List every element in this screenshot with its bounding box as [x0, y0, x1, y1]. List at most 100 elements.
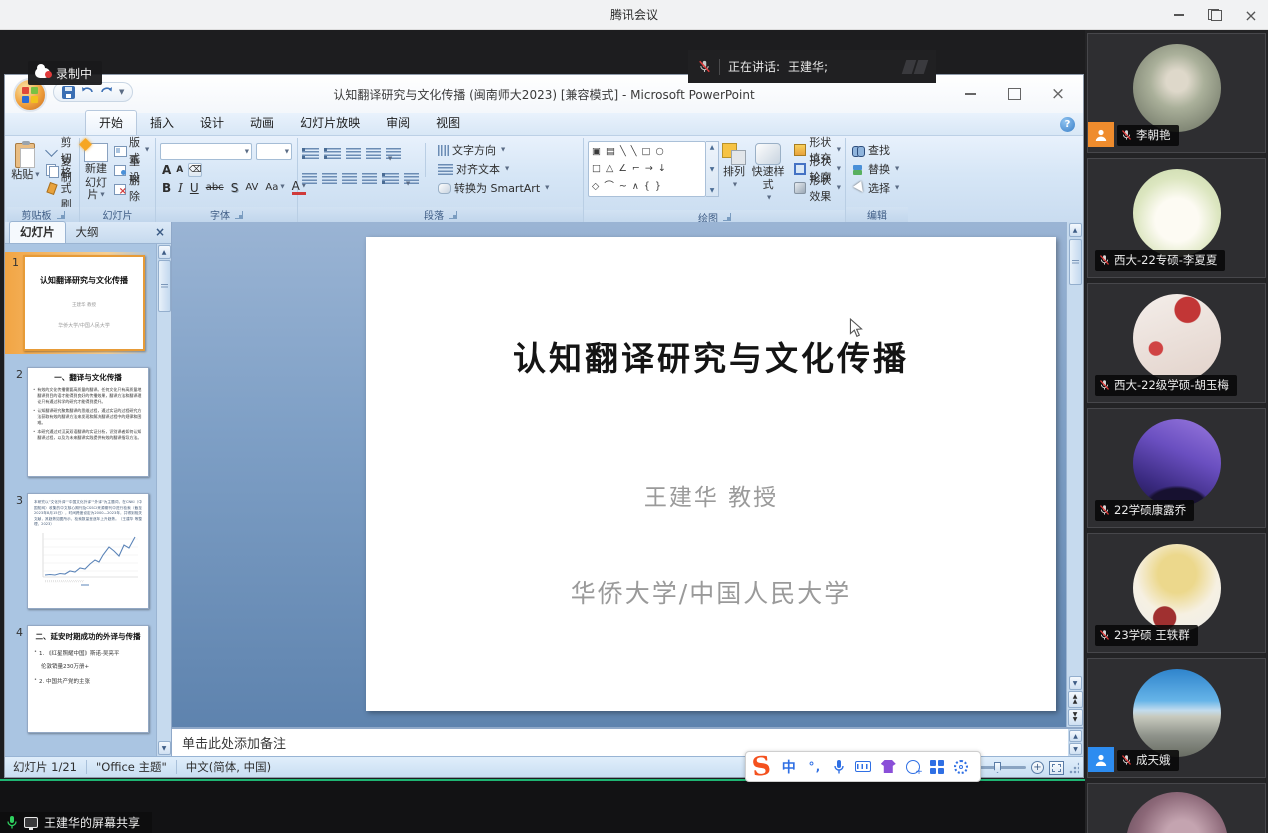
participant-tile[interactable]: 西大-22专硕-李夏夏 [1087, 158, 1266, 278]
align-left-icon[interactable] [302, 173, 317, 184]
ppt-maximize-icon[interactable] [1007, 87, 1021, 101]
numbering-icon[interactable] [324, 148, 341, 159]
fit-to-window-button[interactable] [1049, 761, 1064, 775]
line-spacing-icon[interactable] [386, 148, 401, 159]
customize-qat-icon[interactable]: ▼ [119, 88, 124, 96]
tab-slideshow[interactable]: 幻灯片放映 [287, 111, 373, 135]
theme-name[interactable]: "Office 主题" [96, 759, 167, 775]
tab-view[interactable]: 视图 [423, 111, 473, 135]
shapes-gallery-scroll[interactable]: ▲▼▼ [706, 141, 719, 197]
scroll-up-icon[interactable]: ▲ [158, 245, 171, 259]
scroll-up-icon[interactable]: ▲ [1069, 730, 1082, 742]
text-shadow-button[interactable]: S [231, 181, 239, 195]
participant-tile[interactable]: 李朝艳 [1087, 33, 1266, 153]
shape-effects-button[interactable]: 形状效果 [794, 179, 841, 197]
clipboard-dialog-launcher[interactable] [57, 211, 65, 219]
chinese-mode-icon[interactable]: 中 [781, 759, 797, 775]
notes-scrollbar[interactable]: ▲ ▼ [1068, 729, 1083, 756]
participant-tile[interactable]: 西大-22级学硕-胡玉梅 [1087, 283, 1266, 403]
redo-icon[interactable] [100, 86, 113, 98]
slide-thumbnail-2[interactable]: 2 一、翻译与文化传播 有效的文化传播需要高质量的翻译。任何文化只有高质量地翻译… [11, 367, 151, 477]
italic-button[interactable]: I [178, 181, 183, 195]
tab-design[interactable]: 设计 [187, 111, 237, 135]
select-button[interactable]: 选择 [850, 179, 901, 197]
bullets-icon[interactable] [302, 148, 319, 159]
tab-insert[interactable]: 插入 [137, 111, 187, 135]
soft-keyboard-icon[interactable] [855, 761, 871, 772]
close-icon[interactable] [1244, 8, 1258, 22]
text-direction-button[interactable]: 文字方向 [438, 141, 549, 159]
skin-icon[interactable] [881, 760, 896, 773]
new-slide-button[interactable]: 新建 幻灯片 [84, 141, 108, 204]
slide-title[interactable]: 认知翻译研究与文化传播 [366, 332, 1056, 380]
drawing-dialog-launcher[interactable] [723, 213, 731, 221]
minimize-icon[interactable] [1172, 8, 1186, 22]
underline-button[interactable]: U [190, 181, 199, 195]
distribute-icon[interactable] [404, 173, 419, 184]
tab-outline[interactable]: 大纲 [66, 222, 109, 243]
resize-grip[interactable] [1069, 761, 1079, 774]
tab-home[interactable]: 开始 [85, 110, 137, 135]
slide-affiliation[interactable]: 华侨大学/中国人民大学 [366, 574, 1056, 610]
slide-thumbnail-1[interactable]: 1 认知翻译研究与文化传播 王建华 教授 华侨大学/中国人民大学 [5, 252, 151, 354]
paste-button[interactable]: 粘贴 [11, 141, 40, 184]
align-right-icon[interactable] [342, 173, 357, 184]
scrollbar-thumb[interactable] [1069, 239, 1082, 285]
next-slide-button[interactable]: ▼▼ [1068, 709, 1083, 726]
tab-review[interactable]: 审阅 [373, 111, 423, 135]
change-case-button[interactable]: Aa [265, 182, 284, 193]
shapes-gallery[interactable]: ▣ ▤ ╲ ╲ □ ○ □ △ ∠ ⌐ → ↓ ◇ ⌒ ~ ∧ { } [588, 141, 706, 197]
delete-slide-button[interactable]: 删除 [111, 179, 151, 197]
sogou-logo[interactable]: S [751, 753, 772, 781]
format-painter-button[interactable]: 格式刷 [43, 179, 75, 197]
participant-tile[interactable] [1087, 783, 1266, 833]
scrollbar-thumb[interactable] [158, 260, 171, 312]
previous-slide-button[interactable]: ▲▲ [1068, 691, 1083, 708]
participant-tile[interactable]: 成天娥 [1087, 658, 1266, 778]
help-icon[interactable]: ? [1060, 117, 1075, 132]
strikethrough-button[interactable]: abc [206, 182, 224, 193]
align-text-button[interactable]: 对齐文本 [438, 160, 549, 178]
scroll-down-icon[interactable]: ▼ [158, 741, 171, 755]
zoom-in-button[interactable]: + [1031, 761, 1044, 774]
scroll-down-icon[interactable]: ▼ [1069, 743, 1082, 755]
justify-icon[interactable] [362, 173, 377, 184]
font-size-combo[interactable] [256, 143, 292, 160]
quick-styles-button[interactable]: 快速样式 [749, 141, 787, 207]
ppt-minimize-icon[interactable] [963, 87, 977, 101]
participant-tile[interactable]: 22学硕康露乔 [1087, 408, 1266, 528]
clear-formatting-button[interactable]: ⌫ [188, 163, 202, 177]
tab-animations[interactable]: 动画 [237, 111, 287, 135]
voice-input-icon[interactable] [833, 759, 845, 775]
shrink-font-button[interactable]: A [176, 165, 183, 175]
slides-pane-scrollbar[interactable]: ▲ ▼ [156, 244, 171, 756]
restore-icon[interactable] [1208, 8, 1222, 22]
bold-button[interactable]: B [162, 181, 171, 195]
tab-slides-thumbnails[interactable]: 幻灯片 [9, 221, 66, 243]
slide-thumbnail-4[interactable]: 4 二、延安时期成功的外译与传播 1. 《红星照耀中国》斯诺-吴亮平 伦敦销量2… [11, 625, 151, 733]
arrange-button[interactable]: 排列 [722, 141, 746, 194]
notes-placeholder[interactable]: 单击此处添加备注 [182, 733, 286, 752]
character-spacing-button[interactable]: AV [245, 182, 258, 193]
scroll-up-icon[interactable]: ▲ [1069, 223, 1082, 237]
settings-icon[interactable] [954, 760, 968, 774]
slide-scrollbar[interactable]: ▲ ▼ ▲▲ ▼▼ [1066, 222, 1083, 727]
convert-smartart-button[interactable]: 转换为 SmartArt [438, 179, 549, 197]
participant-tile[interactable]: 23学硕 王轶群 [1087, 533, 1266, 653]
decrease-indent-icon[interactable] [346, 148, 361, 159]
slide-canvas[interactable]: 认知翻译研究与文化传播 王建华 教授 华侨大学/中国人民大学 [366, 237, 1056, 711]
undo-icon[interactable] [81, 86, 94, 98]
emoji-icon[interactable] [906, 760, 920, 774]
columns-icon[interactable] [382, 173, 399, 184]
toolbox-icon[interactable] [930, 760, 944, 774]
language-indicator[interactable]: 中文(简体, 中国) [186, 759, 271, 775]
slide-author[interactable]: 王建华 教授 [366, 478, 1056, 512]
replace-button[interactable]: 替换 [850, 160, 901, 178]
slide-editing-area[interactable]: 认知翻译研究与文化传播 王建华 教授 华侨大学/中国人民大学 ▲ ▼ ▲▲ ▼▼ [172, 222, 1083, 727]
grow-font-button[interactable]: A [162, 163, 171, 177]
font-dialog-launcher[interactable] [235, 211, 243, 219]
punctuation-icon[interactable] [807, 759, 823, 775]
slide-counter[interactable]: 幻灯片 1/21 [13, 759, 77, 775]
ppt-close-icon[interactable] [1051, 87, 1065, 101]
align-center-icon[interactable] [322, 173, 337, 184]
